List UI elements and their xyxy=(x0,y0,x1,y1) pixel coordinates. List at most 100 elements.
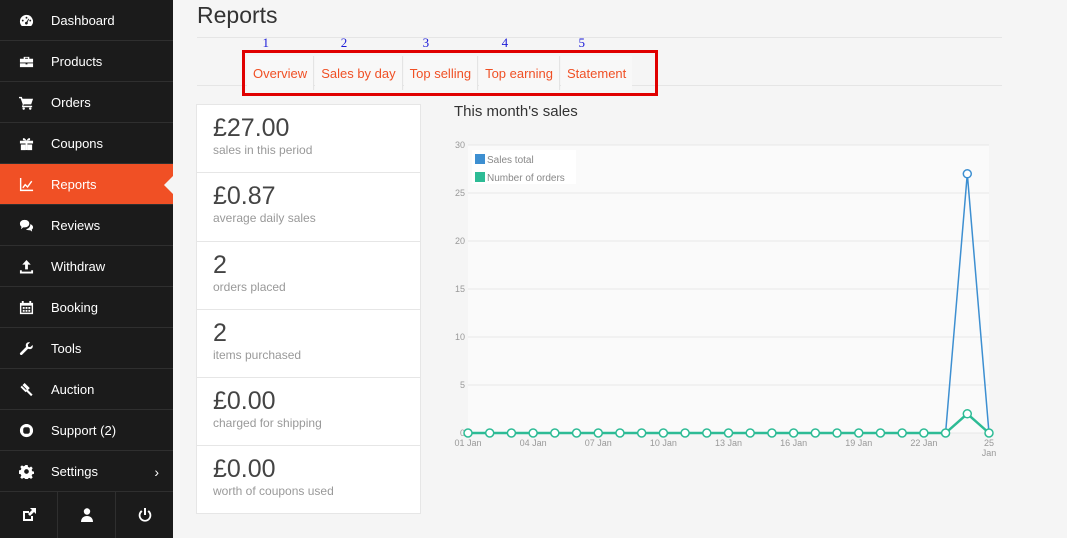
stat-value: £0.87 xyxy=(213,182,276,211)
data-point xyxy=(832,428,842,438)
x-tick-label: 22 Jan xyxy=(910,438,937,448)
tab-statement[interactable]: Statement 5 xyxy=(561,35,633,90)
legend-label: Number of orders xyxy=(487,173,565,184)
data-point xyxy=(767,428,777,438)
sidebar-item-label: Products xyxy=(51,53,103,69)
power-icon xyxy=(138,508,151,522)
user-icon xyxy=(80,508,93,522)
tab-sales-by-day[interactable]: Sales by day 2 xyxy=(315,35,403,90)
data-point xyxy=(984,428,994,438)
line-chart-icon xyxy=(18,176,34,192)
sidebar-item-label: Booking xyxy=(51,299,98,315)
sidebar-item-label: Dashboard xyxy=(51,12,115,28)
data-point xyxy=(788,428,799,438)
page-title: Reports xyxy=(197,2,278,28)
data-point xyxy=(550,428,560,438)
tab-overview[interactable]: Overview 1 xyxy=(247,35,315,90)
x-tick-label: 01 Jan xyxy=(454,438,481,448)
sidebar-item-orders[interactable]: Orders xyxy=(0,82,173,123)
sidebar: Dashboard Products Orders Coupons Reports Rev… xyxy=(0,0,173,538)
y-tick-label: 5 xyxy=(460,380,465,390)
data-point xyxy=(593,428,603,438)
sales-chart: 05101520253001 Jan 04 Jan 07 Jan 10 Jan 13 J… xyxy=(454,140,997,458)
external-link-icon xyxy=(22,508,36,521)
data-point xyxy=(528,428,538,438)
sidebar-nav: Dashboard Products Orders Coupons Reports Rev… xyxy=(0,0,173,492)
data-point xyxy=(636,428,647,438)
sidebar-item-label: Auction xyxy=(51,381,95,397)
annotation-number: 5 xyxy=(578,35,586,50)
stat-label: sales in this period xyxy=(213,143,313,157)
x-tick-label: 10 Jan xyxy=(650,438,677,448)
stat-label: worth of coupons used xyxy=(213,484,334,499)
sidebar-item-settings[interactable]: Settings › xyxy=(0,451,173,492)
sidebar-item-label: Tools xyxy=(51,340,82,356)
sidebar-item-reports[interactable]: Reports xyxy=(0,164,173,205)
stat-value: £0.00 xyxy=(213,387,276,416)
data-point xyxy=(484,428,495,438)
stat-label: orders placed xyxy=(213,279,286,294)
sidebar-item-withdraw[interactable]: Withdraw xyxy=(0,246,173,287)
stat-block: 2 items purchased xyxy=(197,310,420,379)
stat-block: £0.00 charged for shipping xyxy=(197,378,420,447)
report-tabs-highlight: Overview 1 Sales by day 2 Top selling 3 Top ea… xyxy=(242,35,658,96)
sidebar-item-reviews[interactable]: Reviews xyxy=(0,205,173,246)
data-point xyxy=(940,428,951,438)
sidebar-item-label: Reviews xyxy=(51,217,101,233)
x-tick-label: 13 Jan xyxy=(715,438,742,448)
data-point xyxy=(854,428,864,438)
x-tick-label: 25 Jan xyxy=(982,438,997,458)
annotation-number: 3 xyxy=(422,35,430,50)
sidebar-item-label: Settings xyxy=(51,463,98,479)
sidebar-item-label: Support (2) xyxy=(51,422,117,438)
data-point xyxy=(962,169,973,179)
x-tick-label: 16 Jan xyxy=(780,438,807,448)
sidebar-item-auction[interactable]: Auction xyxy=(0,369,173,410)
data-point xyxy=(745,428,755,438)
stat-value: 2 xyxy=(213,318,227,347)
x-tick-label: 07 Jan xyxy=(585,438,612,448)
gift-icon xyxy=(18,135,34,151)
title-divider xyxy=(197,37,1002,38)
cart-icon xyxy=(18,94,34,110)
y-tick-label: 25 xyxy=(455,188,465,198)
gavel-icon xyxy=(18,381,34,397)
data-point xyxy=(919,428,929,438)
sidebar-item-booking[interactable]: Booking xyxy=(0,287,173,328)
chevron-right-icon: › xyxy=(154,464,159,480)
y-tick-label: 20 xyxy=(455,236,465,246)
data-point xyxy=(875,428,886,438)
data-point xyxy=(615,428,625,438)
y-tick-label: 30 xyxy=(455,140,465,150)
tab-top-selling[interactable]: Top selling 3 xyxy=(403,35,479,90)
stat-value: £27.00 xyxy=(213,114,290,142)
x-tick-label: 04 Jan xyxy=(520,438,547,448)
stat-label: charged for shipping xyxy=(213,416,322,431)
visit-store-button[interactable] xyxy=(0,492,58,538)
stat-label: average daily sales xyxy=(213,211,316,226)
y-tick-label: 10 xyxy=(455,332,465,342)
sidebar-item-support-2[interactable]: Support (2) xyxy=(0,410,173,451)
stat-block: 2 orders placed xyxy=(197,242,420,310)
sidebar-item-dashboard[interactable]: Dashboard xyxy=(0,0,173,41)
dashboard-icon xyxy=(18,12,34,28)
tab-label: Statement xyxy=(567,65,627,81)
profile-button[interactable] xyxy=(58,492,116,538)
data-point xyxy=(723,428,734,438)
stat-block: £0.87 average daily sales xyxy=(197,173,420,242)
data-point xyxy=(571,428,582,438)
sidebar-item-products[interactable]: Products xyxy=(0,41,173,82)
data-point xyxy=(810,428,821,438)
tab-top-earning[interactable]: Top earning 4 xyxy=(479,35,561,90)
sidebar-item-label: Orders xyxy=(51,94,91,110)
sidebar-item-tools[interactable]: Tools xyxy=(0,328,173,369)
logout-button[interactable] xyxy=(116,492,173,538)
y-tick-label: 15 xyxy=(455,284,465,294)
lifebuoy-icon xyxy=(18,422,34,438)
comments-icon xyxy=(18,217,34,233)
sidebar-item-label: Withdraw xyxy=(51,258,106,274)
tab-label: Top earning xyxy=(485,65,554,81)
sidebar-bottom-bar xyxy=(0,491,173,538)
upload-icon xyxy=(18,258,34,274)
sidebar-item-coupons[interactable]: Coupons xyxy=(0,123,173,164)
